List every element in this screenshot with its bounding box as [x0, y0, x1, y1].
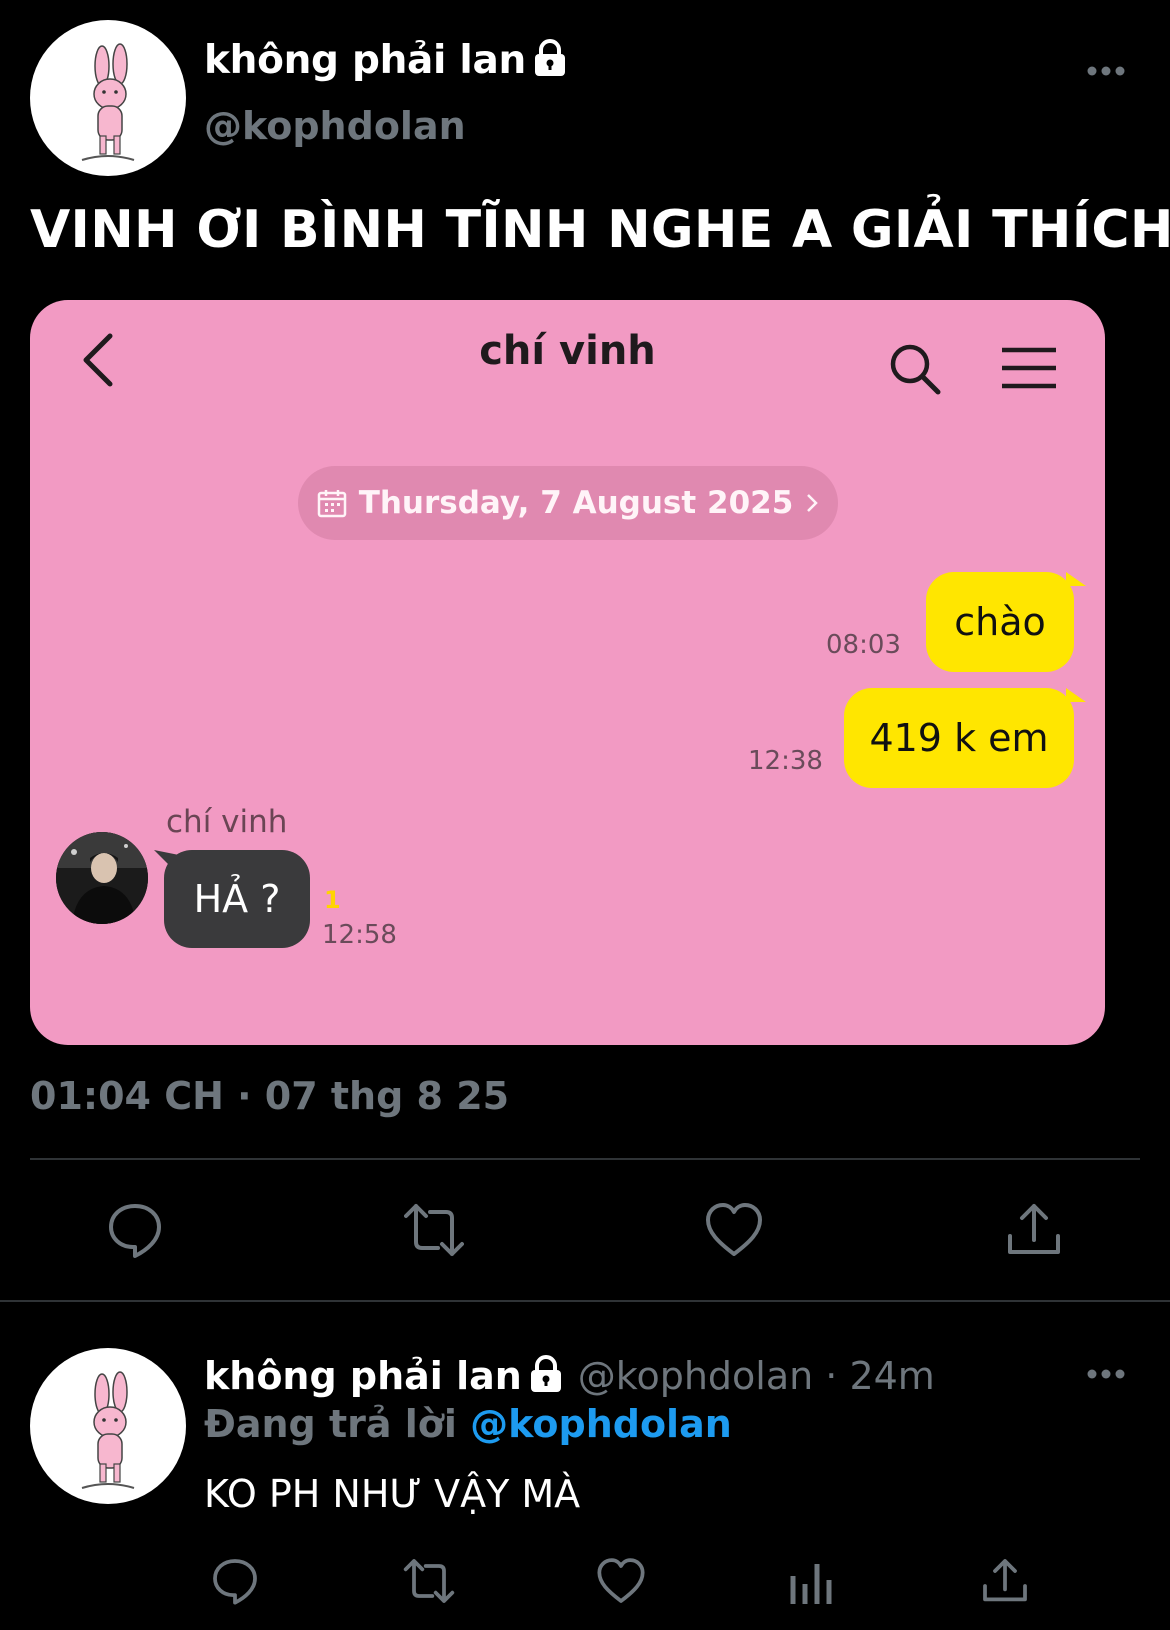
bunny-avatar-icon: [81, 1371, 135, 1489]
menu-icon: [1002, 347, 1056, 389]
message-text: 419 k em: [869, 716, 1049, 760]
bubble-tail: [1066, 572, 1086, 586]
divider: [30, 1158, 1140, 1160]
message-text: HẢ ?: [193, 877, 281, 921]
date-pill-label: Thursday, 7 August 2025: [358, 485, 794, 521]
analytics-icon[interactable]: [788, 1558, 834, 1606]
lock-icon: [532, 39, 568, 87]
divider: [0, 1300, 1170, 1302]
like-icon[interactable]: [596, 1556, 646, 1606]
reply-avatar[interactable]: [30, 1348, 186, 1504]
outgoing-message[interactable]: 419 k em: [844, 688, 1074, 788]
chevron-right-icon: [807, 494, 819, 512]
outgoing-message[interactable]: chào: [926, 572, 1074, 672]
chat-screenshot[interactable]: chí vinh Thursday, 7 August 2025 08:03 c…: [30, 300, 1105, 1045]
friend-photo: [56, 832, 148, 924]
share-icon[interactable]: [1004, 1200, 1064, 1260]
more-icon[interactable]: [1086, 65, 1126, 77]
reply-icon[interactable]: [210, 1556, 260, 1606]
chat-title: chí vinh: [479, 328, 656, 374]
display-name[interactable]: không phải lan: [204, 38, 568, 87]
unread-count: 1: [324, 886, 341, 914]
bubble-tail: [1066, 688, 1086, 702]
calendar-icon: [317, 490, 346, 518]
retweet-icon[interactable]: [402, 1556, 456, 1606]
replying-mention[interactable]: @kophdolan: [470, 1402, 732, 1446]
message-time: 08:03: [826, 630, 901, 660]
reply-handle-time[interactable]: @kophdolan · 24m: [578, 1354, 935, 1398]
friend-avatar[interactable]: [56, 832, 148, 924]
sender-name: chí vinh: [166, 804, 288, 840]
date-pill: Thursday, 7 August 2025: [298, 466, 838, 540]
search-icon: [890, 344, 941, 395]
reply-header: không phải lan @kophdolan · 24m: [204, 1354, 935, 1402]
incoming-message[interactable]: HẢ ?: [164, 850, 310, 948]
message-time: 12:38: [748, 746, 823, 776]
reply-text: KO PH NHƯ VẬY MÀ: [204, 1472, 581, 1516]
user-handle[interactable]: @kophdolan: [204, 104, 466, 148]
tweet-text: VINH ƠI BÌNH TĨNH NGHE A GIẢI THÍCH: [30, 200, 1170, 260]
reply-icon[interactable]: [105, 1200, 165, 1260]
profile-avatar[interactable]: [30, 20, 186, 176]
retweet-icon[interactable]: [404, 1200, 464, 1260]
bunny-avatar-icon: [81, 43, 135, 161]
message-text: chào: [954, 600, 1046, 644]
share-icon[interactable]: [980, 1556, 1030, 1606]
like-icon[interactable]: [704, 1200, 764, 1260]
message-time: 12:58: [322, 920, 397, 950]
tweet-timestamp[interactable]: 01:04 CH · 07 thg 8 25: [30, 1074, 509, 1118]
replying-to: Đang trả lời @kophdolan: [204, 1402, 732, 1446]
reply-display-name[interactable]: không phải lan: [204, 1354, 522, 1398]
replying-prefix: Đang trả lời: [204, 1402, 457, 1446]
more-icon[interactable]: [1086, 1368, 1126, 1380]
lock-icon: [528, 1355, 564, 1402]
